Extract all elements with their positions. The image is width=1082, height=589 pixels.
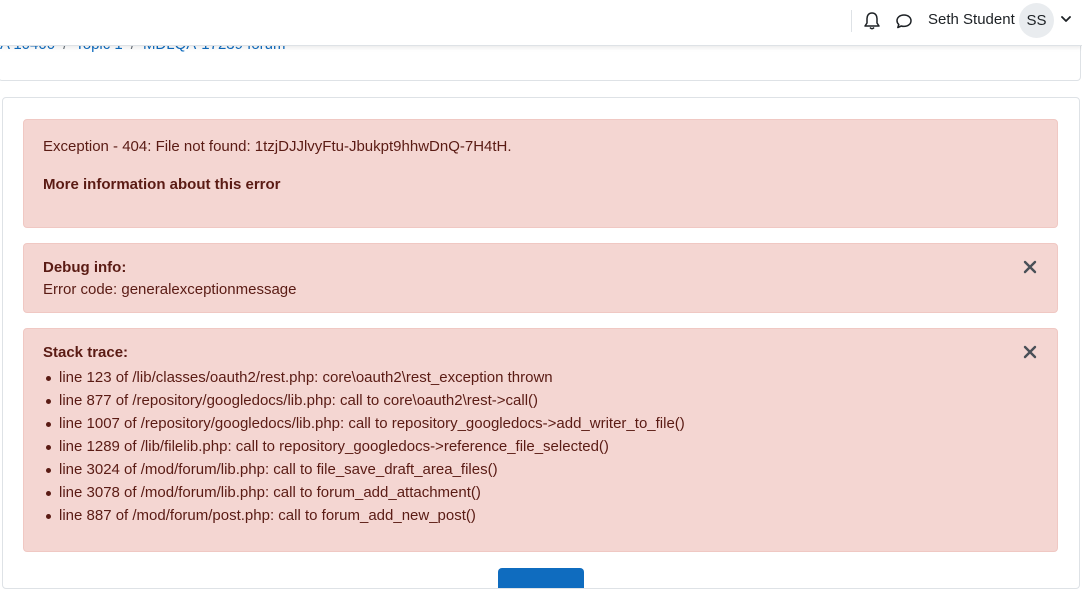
continue-button[interactable]	[498, 568, 584, 588]
user-name[interactable]: Seth Student	[928, 11, 1015, 28]
stack-trace-line: line 1289 of /lib/filelib.php: call to r…	[43, 435, 685, 458]
stack-trace-line: line 887 of /mod/forum/post.php: call to…	[43, 504, 685, 527]
debug-error-code: Error code: generalexceptionmessage	[43, 281, 297, 298]
close-icon[interactable]	[1023, 345, 1037, 359]
debug-info-alert: Debug info: Error code: generalexception…	[23, 243, 1058, 313]
stack-trace-line: line 123 of /lib/classes/oauth2/rest.php…	[43, 366, 685, 389]
top-navbar: Seth Student SS	[0, 0, 1082, 46]
stack-trace-line: line 3024 of /mod/forum/lib.php: call to…	[43, 458, 685, 481]
more-info-link[interactable]: More information about this error	[43, 176, 281, 193]
chevron-down-icon[interactable]	[1061, 15, 1071, 23]
stack-trace-list: line 123 of /lib/classes/oauth2/rest.php…	[43, 366, 685, 527]
bell-icon[interactable]	[863, 11, 881, 31]
stack-trace-alert: Stack trace: line 123 of /lib/classes/oa…	[23, 328, 1058, 552]
exception-alert: Exception - 404: File not found: 1tzjDJJ…	[23, 119, 1058, 228]
exception-message: Exception - 404: File not found: 1tzjDJJ…	[43, 138, 512, 155]
stack-trace-line: line 1007 of /repository/googledocs/lib.…	[43, 412, 685, 435]
avatar[interactable]: SS	[1019, 3, 1054, 38]
stack-trace-line: line 3078 of /mod/forum/lib.php: call to…	[43, 481, 685, 504]
debug-info-title: Debug info:	[43, 259, 127, 276]
stack-trace-line: line 877 of /repository/googledocs/lib.p…	[43, 389, 685, 412]
navbar-divider	[851, 10, 852, 32]
chat-icon[interactable]	[895, 12, 913, 30]
close-icon[interactable]	[1023, 260, 1037, 274]
stack-trace-title: Stack trace:	[43, 344, 129, 361]
